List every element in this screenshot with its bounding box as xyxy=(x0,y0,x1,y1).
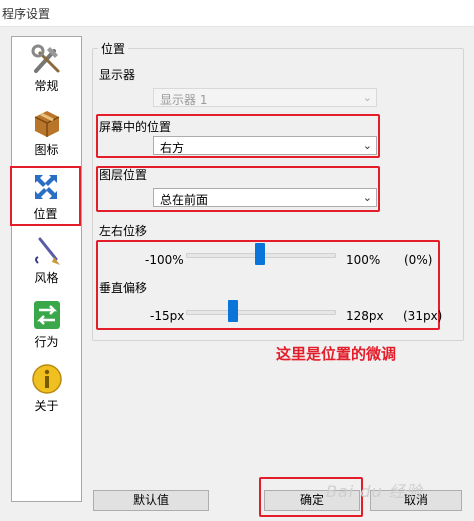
brush-icon xyxy=(34,237,60,265)
nav-label-general: 常规 xyxy=(34,79,59,93)
screen-position-select[interactable]: 右方 ⌄ xyxy=(153,136,377,155)
tools-icon xyxy=(31,44,59,73)
h-offset-label: 左右位移 xyxy=(99,224,148,238)
nav-label-icon: 图标 xyxy=(34,143,59,157)
chevron-down-icon: ⌄ xyxy=(362,91,372,104)
info-icon xyxy=(31,364,62,394)
nav-label-behavior: 行为 xyxy=(34,335,59,349)
v-offset-label: 垂直偏移 xyxy=(99,281,148,295)
screen-position-label: 屏幕中的位置 xyxy=(99,120,172,134)
h-offset-current: (0%) xyxy=(404,253,433,267)
monitor-label: 显示器 xyxy=(99,68,136,82)
v-offset-max: 128px xyxy=(346,309,384,323)
box-icon xyxy=(34,111,59,137)
v-offset-slider-thumb[interactable] xyxy=(228,300,239,322)
screen-position-value: 右方 xyxy=(160,141,185,155)
watermark: Bai du 经验 xyxy=(326,482,423,501)
v-offset-current: (31px) xyxy=(403,309,443,323)
nav-item-about[interactable]: 关于 xyxy=(12,359,81,417)
move-arrows-icon xyxy=(34,175,57,199)
nav-item-icon[interactable]: 图标 xyxy=(12,103,81,161)
monitor-value: 显示器 1 xyxy=(160,93,208,107)
monitor-select[interactable]: 显示器 1 ⌄ xyxy=(153,88,377,107)
nav-label-about: 关于 xyxy=(34,399,59,413)
h-offset-slider-thumb[interactable] xyxy=(255,243,265,265)
chevron-down-icon: ⌄ xyxy=(362,139,372,152)
annotation-note: 这里是位置的微调 xyxy=(276,345,397,363)
v-offset-track[interactable] xyxy=(186,310,336,315)
swap-arrows-icon xyxy=(33,301,60,329)
layer-position-label: 图层位置 xyxy=(99,168,148,182)
layer-position-select[interactable]: 总在前面 ⌄ xyxy=(153,188,377,207)
nav-item-position[interactable]: 位置 xyxy=(10,166,81,226)
group-title: 位置 xyxy=(98,40,129,57)
nav-label-style: 风格 xyxy=(34,271,59,285)
nav-label-position: 位置 xyxy=(33,207,58,221)
layer-position-value: 总在前面 xyxy=(160,193,209,207)
chevron-down-icon: ⌄ xyxy=(362,191,372,204)
default-button[interactable]: 默认值 xyxy=(93,490,209,511)
nav-item-behavior[interactable]: 行为 xyxy=(12,295,81,353)
h-offset-min: -100% xyxy=(145,253,184,267)
window-title: 程序设置 xyxy=(2,7,51,21)
title-bar: 程序设置 xyxy=(0,0,474,27)
sidebar-nav: 常规 图标 位置 风格 行为 关于 xyxy=(10,36,82,502)
nav-item-general[interactable]: 常规 xyxy=(12,39,81,97)
h-offset-max: 100% xyxy=(346,253,381,267)
nav-item-style[interactable]: 风格 xyxy=(12,231,81,289)
v-offset-min: -15px xyxy=(150,309,185,323)
